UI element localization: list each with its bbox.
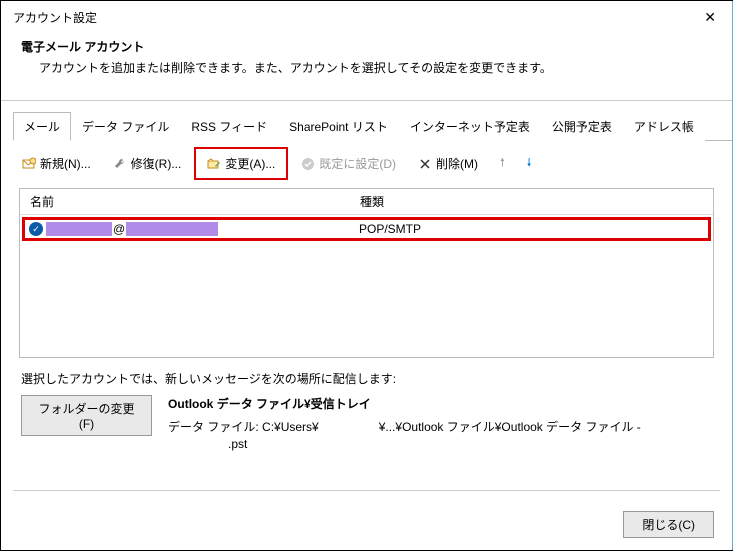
- column-type[interactable]: 種類: [350, 189, 713, 214]
- list-header: 名前 種類: [20, 189, 713, 215]
- tab-addressbook[interactable]: アドレス帳: [623, 112, 705, 141]
- delivery-row: フォルダーの変更(F) Outlook データ ファイル¥受信トレイ データ フ…: [21, 395, 712, 452]
- column-name[interactable]: 名前: [20, 189, 350, 214]
- account-settings-window: アカウント設定 ✕ 電子メール アカウント アカウントを追加または削除できます。…: [0, 0, 733, 551]
- set-default-button[interactable]: 既定に設定(D): [292, 150, 405, 177]
- move-up-button[interactable]: 🠕: [491, 149, 514, 178]
- row-type-cell: POP/SMTP: [349, 222, 421, 236]
- repair-button[interactable]: 修復(R)...: [104, 150, 191, 177]
- change-button[interactable]: 変更(A)...: [198, 150, 284, 177]
- arrow-up-icon: 🠕: [500, 154, 505, 173]
- change-folder-button[interactable]: フォルダーの変更(F): [21, 395, 152, 436]
- change-label: 変更(A)...: [225, 155, 275, 172]
- divider: [1, 100, 732, 101]
- close-button[interactable]: 閉じる(C): [623, 511, 714, 538]
- arrow-down-icon: 🠗: [527, 154, 532, 173]
- wrench-icon: [113, 157, 127, 171]
- change-highlight: 変更(A)...: [194, 147, 288, 180]
- header-section: 電子メール アカウント アカウントを追加または削除できます。また、アカウントを選…: [1, 30, 732, 88]
- new-button[interactable]: 新規(N)...: [13, 150, 100, 177]
- delivery-info-text: 選択したアカウントでは、新しいメッセージを次の場所に配信します:: [21, 370, 712, 387]
- tab-strip: メール データ ファイル RSS フィード SharePoint リスト インタ…: [13, 111, 732, 141]
- delivery-location-title: Outlook データ ファイル¥受信トレイ: [168, 395, 712, 412]
- default-check-icon: ✓: [29, 222, 43, 236]
- set-default-label: 既定に設定(D): [319, 155, 396, 172]
- footer: 閉じる(C): [623, 511, 714, 538]
- tab-rss[interactable]: RSS フィード: [180, 112, 278, 141]
- footer-divider: [13, 490, 720, 491]
- toolbar: 新規(N)... 修復(R)... 変更(A)... 既定に設定(D): [1, 141, 732, 186]
- account-row[interactable]: ✓ @ POP/SMTP: [22, 217, 711, 241]
- delivery-details: Outlook データ ファイル¥受信トレイ データ ファイル: C:¥User…: [168, 395, 712, 452]
- close-icon[interactable]: ✕: [700, 9, 720, 26]
- move-down-button[interactable]: 🠗: [518, 149, 541, 178]
- tab-datafiles[interactable]: データ ファイル: [71, 112, 180, 141]
- account-list: 名前 種類 ✓ @ POP/SMTP: [19, 188, 714, 358]
- redacted-local: [46, 222, 112, 236]
- delivery-location-path: データ ファイル: C:¥Users¥ ¥...¥Outlook ファイル¥Ou…: [168, 418, 712, 452]
- delete-label: 削除(M): [436, 155, 478, 172]
- repair-label: 修復(R)...: [131, 155, 182, 172]
- tab-internet-calendar[interactable]: インターネット予定表: [399, 112, 541, 141]
- delivery-section: 選択したアカウントでは、新しいメッセージを次の場所に配信します: フォルダーの変…: [1, 358, 732, 460]
- tab-mail[interactable]: メール: [13, 112, 71, 141]
- header-description: アカウントを追加または削除できます。また、アカウントを選択してその設定を変更でき…: [21, 59, 712, 76]
- check-circle-icon: [301, 157, 315, 171]
- header-title: 電子メール アカウント: [21, 38, 712, 55]
- titlebar: アカウント設定 ✕: [1, 1, 732, 30]
- folder-edit-icon: [207, 157, 221, 171]
- delete-x-icon: [418, 157, 432, 171]
- new-mail-icon: [22, 157, 36, 171]
- window-title: アカウント設定: [13, 9, 97, 26]
- at-symbol: @: [112, 222, 126, 236]
- redacted-domain: [126, 222, 218, 236]
- row-name-cell: ✓ @: [29, 222, 349, 236]
- new-label: 新規(N)...: [40, 155, 91, 172]
- tab-sharepoint[interactable]: SharePoint リスト: [278, 112, 399, 141]
- tab-published-calendar[interactable]: 公開予定表: [541, 112, 623, 141]
- delete-button[interactable]: 削除(M): [409, 150, 487, 177]
